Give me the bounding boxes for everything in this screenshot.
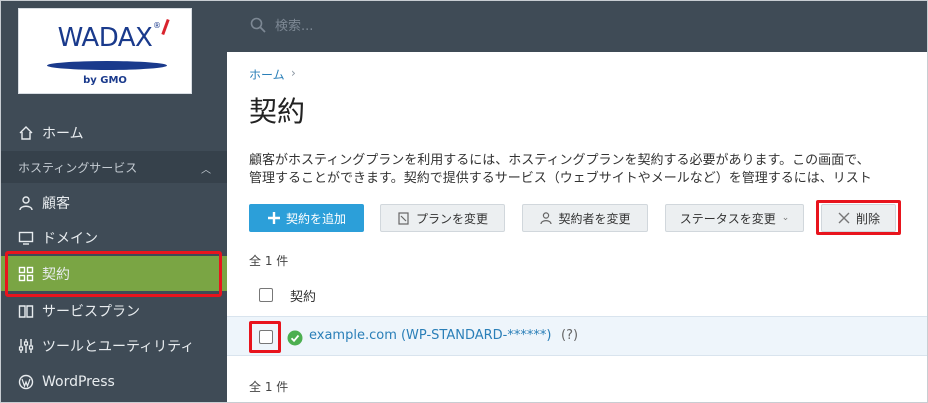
item-count-top: 全 1 件 — [249, 254, 289, 268]
add-subscription-button[interactable]: 契約を追加 — [249, 204, 364, 232]
sidebar-item-label: サービスプラン — [42, 303, 140, 320]
search-icon — [249, 16, 267, 34]
home-icon — [18, 125, 34, 141]
wordpress-icon — [18, 374, 34, 390]
sidebar-item-label: ツールとユーティリティ — [42, 338, 195, 355]
change-plan-button[interactable]: プランを変更 — [380, 204, 505, 232]
button-label: 契約を追加 — [285, 211, 346, 226]
list-column-header: 契約 — [290, 290, 317, 305]
subscriber-icon — [540, 212, 553, 225]
sidebar-item-label: ドメイン — [42, 230, 98, 247]
sidebar-section-label: ホスティングサービス — [18, 160, 138, 175]
book-icon — [18, 303, 34, 319]
chevron-down-icon: ⌄ — [781, 213, 790, 223]
wadax-logo[interactable]: WADAX ® by GMO — [18, 8, 192, 94]
subscription-link[interactable]: example.com (WP-STANDARD-******) — [309, 328, 551, 343]
page-description-line-1: 顧客がホスティングプランを利用するには、ホスティングプランを契約する必要がありま… — [249, 153, 870, 168]
logo-registered-mark: ® — [153, 21, 161, 30]
button-label: 契約者を変更 — [558, 211, 631, 226]
sidebar-item-domains[interactable]: ドメイン — [0, 220, 227, 255]
change-subscriber-button[interactable]: 契約者を変更 — [522, 204, 648, 232]
page-description-line-2: 管理することができます。契約で提供するサービス（ウェブサイトやメールなど）を管理… — [249, 171, 872, 186]
logo-sub-text: by GMO — [83, 75, 127, 86]
chevron-up-icon: ︿ — [201, 165, 211, 176]
page-title: 契約 — [249, 95, 306, 128]
logo-swoosh — [47, 61, 167, 70]
highlight-outline-delete — [816, 200, 901, 235]
change-plan-icon — [398, 212, 409, 225]
breadcrumb-home[interactable]: ホーム — [249, 66, 285, 83]
user-icon — [18, 195, 34, 211]
monitor-icon — [18, 230, 34, 246]
sidebar-section-hosting[interactable]: ホスティングサービス ︿ — [0, 151, 227, 183]
plus-icon — [267, 212, 280, 224]
sidebar-item-wordpress[interactable]: WordPress — [0, 364, 227, 399]
select-all-checkbox[interactable] — [259, 288, 273, 302]
help-link[interactable]: (?) — [561, 328, 578, 343]
top-search-bar — [227, 0, 928, 52]
table-row: example.com (WP-STANDARD-******) (?) — [227, 316, 928, 356]
highlight-outline-checkbox — [249, 321, 281, 353]
main-content: ホーム › 契約 顧客がホスティングプランを利用するには、ホスティングプランを契… — [227, 52, 928, 403]
active-status-icon — [287, 330, 303, 346]
sidebar: WADAX ® by GMO ホーム ホスティングサービス ︿ 顧客 ドメイン … — [0, 0, 227, 403]
item-count-bottom: 全 1 件 — [249, 380, 289, 394]
sidebar-item-home[interactable]: ホーム — [0, 115, 227, 150]
breadcrumb-separator: › — [291, 66, 296, 80]
search-input[interactable] — [273, 14, 673, 38]
sidebar-item-label: WordPress — [42, 373, 115, 390]
sliders-icon — [18, 338, 34, 354]
button-label: ステータスを変更 — [679, 211, 776, 226]
sidebar-item-customers[interactable]: 顧客 — [0, 185, 227, 220]
sidebar-item-tools[interactable]: ツールとユーティリティ — [0, 328, 227, 363]
change-status-button[interactable]: ステータスを変更 ⌄ — [665, 204, 804, 232]
button-label: プランを変更 — [415, 211, 488, 226]
sidebar-item-label: 顧客 — [42, 195, 70, 212]
highlight-outline-sidebar — [5, 251, 222, 297]
sidebar-item-label: ホーム — [42, 125, 84, 142]
sidebar-item-service-plans[interactable]: サービスプラン — [0, 293, 227, 328]
